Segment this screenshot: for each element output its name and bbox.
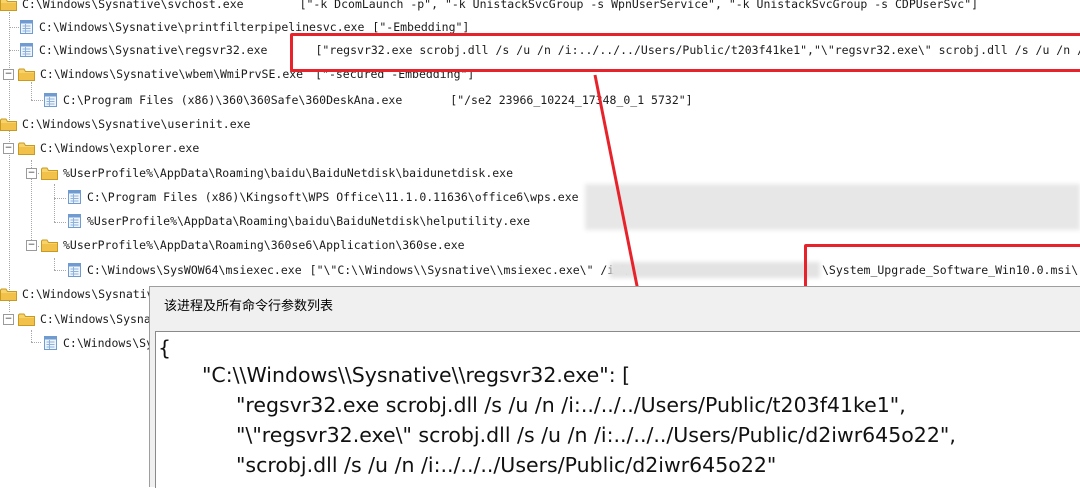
dialog-title: 该进程及所有命令行参数列表	[164, 299, 334, 314]
minus-toggle-icon[interactable]: −	[3, 68, 14, 80]
tree-connector	[54, 258, 55, 270]
process-path: C:\Windows\Sysnat	[40, 312, 158, 326]
process-args: ["-k DcomLaunch -p", "-k UnistackSvcGrou…	[299, 0, 979, 11]
highlight-box-regsvr32-args	[290, 33, 1080, 72]
executable-file-icon	[68, 214, 81, 228]
redacted-region	[610, 262, 820, 278]
tree-connector	[54, 270, 66, 271]
tree-connector	[31, 342, 41, 343]
process-path: C:\Windows\Sysnative\userinit.exe	[22, 117, 251, 131]
tree-connector	[31, 82, 32, 100]
tree-row-baidunetdisk[interactable]: − %UserProfile%\AppData\Roaming\baidu\Ba…	[26, 163, 513, 183]
tree-connector	[31, 330, 32, 342]
tree-connector	[31, 100, 43, 101]
minus-toggle-icon[interactable]: −	[26, 239, 37, 251]
tree-connector	[54, 222, 66, 223]
minus-toggle-icon[interactable]: −	[3, 142, 14, 154]
folder-icon	[0, 0, 17, 11]
process-args: ["/se2 23966_10224_17348_0_1 5732"]	[450, 93, 693, 107]
process-path: C:\Windows\Sy	[63, 336, 154, 350]
json-line: "C:\\Windows\\Sysnative\\regsvr32.exe": …	[202, 363, 631, 387]
tree-row-userinit[interactable]: C:\Windows\Sysnative\userinit.exe	[0, 114, 250, 134]
json-line: "scrobj.dll /s /u /n /i:../../../Users/P…	[236, 453, 777, 477]
tree-connector	[54, 198, 66, 199]
executable-file-icon	[20, 20, 33, 34]
executable-file-icon	[68, 263, 81, 277]
tree-row-sysnative-1[interactable]: C:\Windows\Sysnative	[0, 284, 160, 304]
tree-row-explorer[interactable]: − C:\Windows\explorer.exe	[3, 138, 199, 158]
process-path: %UserProfile%\AppData\Roaming\360se6\App…	[63, 238, 465, 252]
minus-toggle-icon[interactable]: −	[3, 313, 14, 325]
process-path: %UserProfile%\AppData\Roaming\baidu\Baid…	[87, 214, 531, 228]
process-args: ["\"C:\\Windows\\Sysnative\\msiexec.exe\…	[309, 263, 629, 277]
tree-row-360se[interactable]: − %UserProfile%\AppData\Roaming\360se6\A…	[26, 235, 465, 255]
tree-connector	[9, 27, 19, 28]
json-line: "regsvr32.exe scrobj.dll /s /u /n /i:../…	[236, 393, 906, 417]
process-path: C:\Program Files (x86)\360\360Safe\360De…	[63, 93, 403, 107]
process-path: C:\Program Files (x86)\Kingsoft\WPS Offi…	[87, 190, 579, 204]
process-path: C:\Windows\Sysnative\wbem\WmiPrvSE.exe	[40, 67, 304, 81]
tree-connector	[54, 184, 55, 222]
minus-toggle-icon[interactable]: −	[26, 167, 37, 179]
folder-icon	[0, 118, 17, 131]
executable-file-icon	[44, 93, 57, 107]
tree-row-360deskana[interactable]: C:\Program Files (x86)\360\360Safe\360De…	[44, 90, 693, 110]
process-path: C:\Windows\Sysnative	[22, 287, 161, 301]
executable-file-icon	[44, 336, 57, 350]
process-path: C:\Windows\Sysnative\regsvr32.exe	[39, 43, 268, 57]
folder-icon	[0, 288, 17, 301]
executable-file-icon	[68, 190, 81, 204]
json-line: {	[158, 336, 172, 360]
cmdline-json-view[interactable]: { "C:\\Windows\\Sysnative\\regsvr32.exe"…	[155, 331, 1080, 488]
folder-icon	[41, 167, 58, 180]
process-path: C:\Windows\SysWOW64\msiexec.exe	[87, 263, 302, 277]
tree-row-helputility[interactable]: %UserProfile%\AppData\Roaming\baidu\Baid…	[68, 211, 530, 231]
process-path: %UserProfile%\AppData\Roaming\baidu\Baid…	[63, 166, 514, 180]
tree-row-msiexec[interactable]: C:\Windows\SysWOW64\msiexec.exe ["\"C:\\…	[68, 260, 628, 280]
redacted-region	[585, 184, 1080, 230]
tree-row-sysnative-3[interactable]: C:\Windows\Sy	[44, 333, 153, 353]
tree-row-sysnative-2[interactable]: − C:\Windows\Sysnat	[3, 309, 158, 329]
tree-connector	[9, 50, 19, 51]
json-line: "\"regsvr32.exe\" scrobj.dll /s /u /n /i…	[236, 423, 956, 447]
tree-connector	[9, 12, 10, 312]
executable-file-icon	[20, 43, 33, 57]
tree-row-wps[interactable]: C:\Program Files (x86)\Kingsoft\WPS Offi…	[68, 187, 579, 207]
process-path: C:\Windows\Sysnative\svchost.exe	[22, 0, 244, 11]
tree-row-svchost[interactable]: C:\Windows\Sysnative\svchost.exe ["-k Dc…	[0, 0, 978, 14]
folder-icon	[18, 68, 35, 81]
process-path: C:\Windows\explorer.exe	[40, 141, 200, 155]
folder-icon	[41, 239, 58, 252]
cmdline-dialog: 该进程及所有命令行参数列表 { "C:\\Windows\\Sysnative\…	[149, 286, 1080, 488]
folder-icon	[18, 313, 35, 326]
folder-icon	[18, 142, 35, 155]
